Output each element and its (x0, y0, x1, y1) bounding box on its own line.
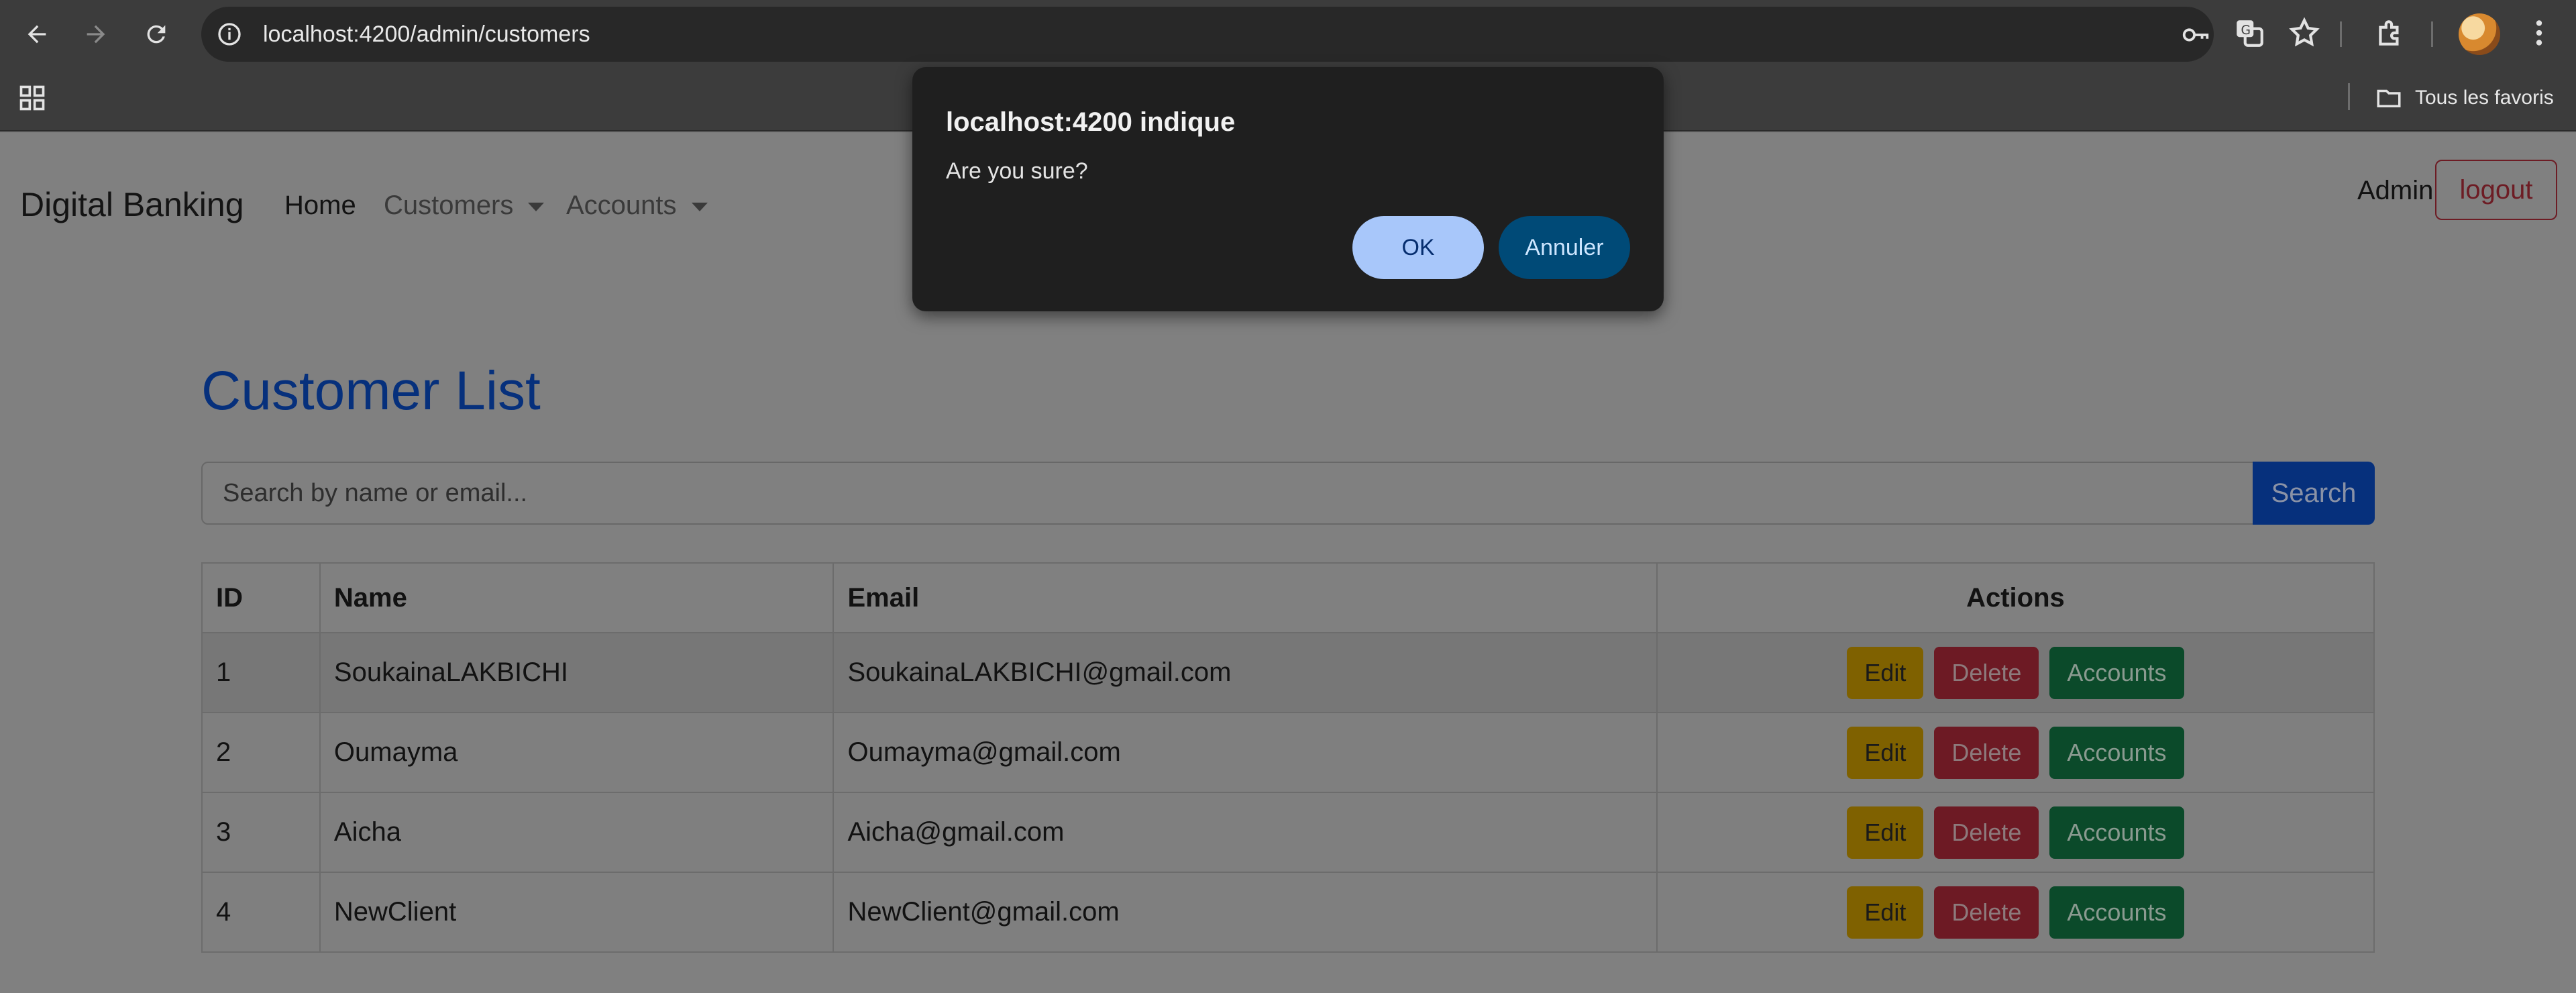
bookmark-star-icon[interactable] (2288, 16, 2321, 50)
cell-actions: Edit Delete Accounts (1656, 712, 2375, 793)
toolbar-divider (2340, 21, 2342, 47)
menu-dots-icon[interactable] (2522, 16, 2556, 50)
delete-button[interactable]: Delete (1934, 806, 2039, 859)
cell-id: 3 (201, 792, 321, 873)
nav-customers-label: Customers (384, 191, 514, 220)
cell-actions: Edit Delete Accounts (1656, 632, 2375, 713)
customers-table: ID Name Email Actions 1 SoukainaLAKBICHI… (201, 562, 2375, 953)
reload-button[interactable] (136, 13, 177, 55)
header-actions: Actions (1656, 562, 2375, 633)
edit-button[interactable]: Edit (1847, 806, 1924, 859)
site-info-icon[interactable] (216, 21, 243, 48)
url-text[interactable]: localhost:4200/admin/customers (263, 7, 590, 62)
cell-name: Oumayma (319, 712, 835, 793)
nav-accounts-dropdown[interactable]: Accounts (566, 191, 708, 221)
dialog-title: localhost:4200 indique (946, 107, 1236, 137)
logout-button[interactable]: logout (2435, 160, 2557, 220)
svg-text:G: G (2241, 23, 2251, 38)
folder-icon (2377, 89, 2401, 107)
page-title: Customer List (201, 360, 541, 421)
search-button[interactable]: Search (2253, 462, 2375, 525)
table-row: 2 Oumayma Oumayma@gmail.com Edit Delete Ac… (201, 712, 2375, 793)
back-button[interactable] (16, 13, 58, 55)
arrow-left-icon (28, 25, 46, 44)
toolbar-divider (2431, 21, 2433, 47)
password-key-icon[interactable] (2180, 19, 2211, 50)
cell-name: NewClient (319, 872, 835, 953)
edit-button[interactable]: Edit (1847, 886, 1924, 939)
accounts-button[interactable]: Accounts (2049, 726, 2184, 779)
user-name: Admin (2357, 176, 2434, 205)
nav-accounts-label: Accounts (566, 191, 677, 220)
table-row: 4 NewClient NewClient@gmail.com Edit Dele… (201, 872, 2375, 953)
edit-button[interactable]: Edit (1847, 726, 1924, 779)
browser-toolbar: localhost:4200/admin/customers G (0, 0, 2576, 67)
bookmarks-divider (2348, 83, 2350, 110)
table-row: 1 SoukainaLAKBICHI SoukainaLAKBICHI@gmai… (201, 632, 2375, 713)
cell-id: 4 (201, 872, 321, 953)
edit-button[interactable]: Edit (1847, 646, 1924, 699)
cell-name: SoukainaLAKBICHI (319, 632, 835, 713)
cell-id: 2 (201, 712, 321, 793)
all-bookmarks-folder[interactable]: Tous les favoris (2375, 83, 2554, 113)
search-input[interactable] (201, 462, 2254, 525)
profile-avatar[interactable] (2459, 13, 2500, 55)
cell-id: 1 (201, 632, 321, 713)
translate-icon[interactable]: G (2233, 16, 2266, 50)
navbar-brand[interactable]: Digital Banking (20, 185, 244, 224)
delete-button[interactable]: Delete (1934, 886, 2039, 939)
delete-button[interactable]: Delete (1934, 726, 2039, 779)
accounts-button[interactable]: Accounts (2049, 646, 2184, 699)
arrow-right-icon (87, 25, 105, 44)
table-row: 3 Aicha Aicha@gmail.com Edit Delete Accoun… (201, 792, 2375, 873)
accounts-button[interactable]: Accounts (2049, 806, 2184, 859)
forward-button[interactable] (75, 13, 117, 55)
ok-button[interactable]: OK (1352, 216, 1484, 279)
caret-down-icon (691, 202, 708, 211)
cell-email: NewClient@gmail.com (833, 872, 1658, 953)
bookmark-folder-label: Tous les favoris (2415, 87, 2554, 109)
accounts-button[interactable]: Accounts (2049, 886, 2184, 939)
cell-email: SoukainaLAKBICHI@gmail.com (833, 632, 1658, 713)
cell-name: Aicha (319, 792, 835, 873)
address-bar[interactable]: localhost:4200/admin/customers (201, 7, 2214, 62)
caret-down-icon (528, 202, 545, 211)
header-name: Name (319, 562, 835, 633)
nav-customers-dropdown[interactable]: Customers (384, 191, 545, 221)
cell-email: Oumayma@gmail.com (833, 712, 1658, 793)
nav-home[interactable]: Home (284, 191, 356, 221)
reload-icon (147, 25, 166, 44)
cell-actions: Edit Delete Accounts (1656, 872, 2375, 953)
header-id: ID (201, 562, 321, 633)
cell-email: Aicha@gmail.com (833, 792, 1658, 873)
confirm-dialog: localhost:4200 indique Are you sure? OK … (912, 67, 1664, 311)
apps-grid-icon[interactable] (17, 83, 47, 113)
dialog-message: Are you sure? (946, 158, 1088, 184)
header-email: Email (833, 562, 1658, 633)
cancel-button[interactable]: Annuler (1499, 216, 1630, 279)
cell-actions: Edit Delete Accounts (1656, 792, 2375, 873)
delete-button[interactable]: Delete (1934, 646, 2039, 699)
extensions-icon[interactable] (2373, 16, 2407, 50)
table-header-row: ID Name Email Actions (201, 562, 2375, 633)
